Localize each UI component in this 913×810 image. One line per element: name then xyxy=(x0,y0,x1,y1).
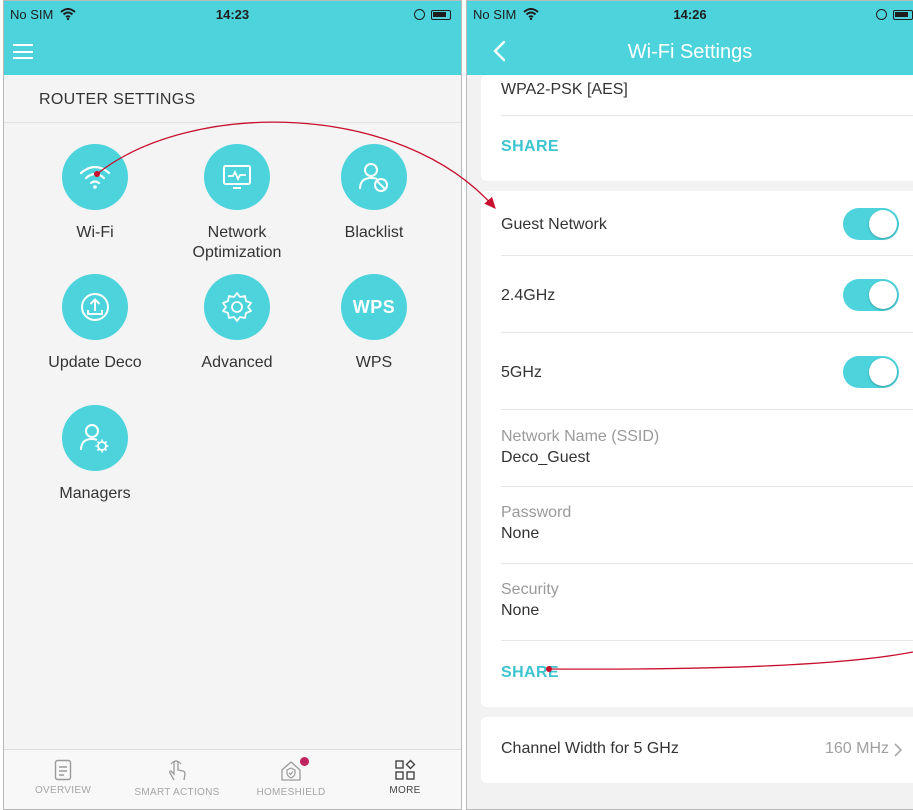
tile-label: Managers xyxy=(59,485,131,502)
tile-advanced[interactable]: Advanced xyxy=(162,274,312,373)
tab-smart-actions[interactable]: SMART ACTIONS xyxy=(120,750,234,809)
security-row[interactable]: Security None xyxy=(501,581,913,620)
router-settings-screen: No SIM 14:23 ROUTER SETTINGS Wi-Fi Netwo… xyxy=(3,0,462,810)
blacklist-icon xyxy=(341,144,407,210)
toggle-knob xyxy=(869,210,897,238)
wifi-settings-screen: No SIM 14:26 Wi-Fi Settings WPA2-PSK [AE… xyxy=(466,0,913,810)
channel-width-row[interactable]: Channel Width for 5 GHz 160 MHz xyxy=(501,740,913,758)
ssid-row[interactable]: Network Name (SSID) Deco_Guest xyxy=(501,428,913,467)
section-title: ROUTER SETTINGS xyxy=(39,91,196,108)
bottom-tab-bar: OVERVIEW SMART ACTIONS HOMESHIELD MORE xyxy=(4,749,461,809)
page-title: Wi-Fi Settings xyxy=(627,41,753,63)
ssid-value: Deco_Guest xyxy=(501,449,590,466)
top-nav-bar xyxy=(4,29,461,75)
password-label: Password xyxy=(501,504,572,521)
security-value: None xyxy=(501,602,540,619)
battery-icon xyxy=(431,10,451,20)
status-bar: No SIM 14:26 xyxy=(467,1,913,29)
ssid-label: Network Name (SSID) xyxy=(501,428,660,445)
guest-share-button[interactable]: SHARE xyxy=(501,664,559,681)
share-button[interactable]: SHARE xyxy=(501,138,559,155)
divider xyxy=(501,115,913,116)
top-nav-bar: Wi-Fi Settings xyxy=(467,29,913,75)
band-24-label: 2.4GHz xyxy=(501,287,556,304)
clock: 14:23 xyxy=(215,7,250,22)
document-icon xyxy=(54,759,72,781)
update-icon xyxy=(62,274,128,340)
network-optimization-icon xyxy=(204,144,270,210)
tile-wifi[interactable]: Wi-Fi xyxy=(20,144,170,243)
wps-icon-text: WPS xyxy=(352,296,396,317)
divider xyxy=(501,332,913,333)
clock: 14:26 xyxy=(673,7,707,22)
guest-share-row[interactable]: SHARE xyxy=(501,664,913,682)
status-bar: No SIM 14:23 xyxy=(4,1,461,29)
section-header: ROUTER SETTINGS xyxy=(4,75,461,123)
divider xyxy=(501,640,913,641)
password-row[interactable]: Password None xyxy=(501,504,913,543)
tile-wps[interactable]: WPS WPS xyxy=(299,274,449,373)
tile-managers[interactable]: Managers xyxy=(20,405,170,504)
tab-label: HOMESHIELD xyxy=(256,787,326,798)
guest-network-toggle[interactable] xyxy=(843,208,899,240)
divider xyxy=(501,486,913,487)
wifi-icon xyxy=(62,144,128,210)
rotation-lock-icon xyxy=(876,9,887,20)
menu-icon[interactable] xyxy=(13,44,33,59)
divider xyxy=(501,255,913,256)
battery-icon xyxy=(893,10,913,20)
security-value-row: WPA2-PSK [AES] xyxy=(501,81,913,99)
security-value: WPA2-PSK [AES] xyxy=(501,81,628,98)
tile-label: Blacklist xyxy=(344,224,404,241)
gear-icon xyxy=(204,274,270,340)
managers-icon xyxy=(62,405,128,471)
tab-label: MORE xyxy=(389,785,421,796)
tile-blacklist[interactable]: Blacklist xyxy=(299,144,449,243)
password-value: None xyxy=(501,525,540,542)
divider xyxy=(501,563,913,564)
main-network-card: WPA2-PSK [AES] SHARE xyxy=(481,75,913,181)
grid-icon xyxy=(395,759,416,780)
tile-label: Network Optimization xyxy=(192,224,282,261)
tile-label: WPS xyxy=(355,354,393,371)
tab-overview[interactable]: OVERVIEW xyxy=(6,750,120,809)
rotation-lock-icon xyxy=(414,9,425,20)
tile-label: Advanced xyxy=(201,354,273,371)
share-row[interactable]: SHARE xyxy=(501,138,913,156)
toggle-knob xyxy=(869,281,897,309)
guest-network-label: Guest Network xyxy=(501,216,607,233)
toggle-knob xyxy=(869,358,897,386)
band-5-label: 5GHz xyxy=(501,364,542,381)
wps-icon: WPS xyxy=(341,274,407,340)
tile-network-optimization[interactable]: Network Optimization xyxy=(162,144,312,263)
guest-network-card: Guest Network 2.4GHz 5GHz Network Name (… xyxy=(481,191,913,707)
tile-label: Wi-Fi xyxy=(76,224,114,241)
channel-width-value: 160 MHz xyxy=(824,740,889,757)
tab-homeshield[interactable]: HOMESHIELD xyxy=(234,750,348,809)
tab-label: OVERVIEW xyxy=(34,785,92,796)
divider xyxy=(501,409,913,410)
hand-tap-icon xyxy=(169,760,186,781)
notification-badge xyxy=(300,757,309,766)
tile-update-deco[interactable]: Update Deco xyxy=(20,274,170,373)
channel-width-card[interactable]: Channel Width for 5 GHz 160 MHz xyxy=(481,717,913,783)
band-5-toggle[interactable] xyxy=(843,356,899,388)
tab-label: SMART ACTIONS xyxy=(134,787,220,798)
tile-label: Update Deco xyxy=(48,354,142,371)
band-24-toggle[interactable] xyxy=(843,279,899,311)
tab-more[interactable]: MORE xyxy=(348,750,461,809)
chevron-right-icon xyxy=(894,743,903,757)
security-label: Security xyxy=(501,581,559,598)
channel-width-label: Channel Width for 5 GHz xyxy=(501,740,679,757)
